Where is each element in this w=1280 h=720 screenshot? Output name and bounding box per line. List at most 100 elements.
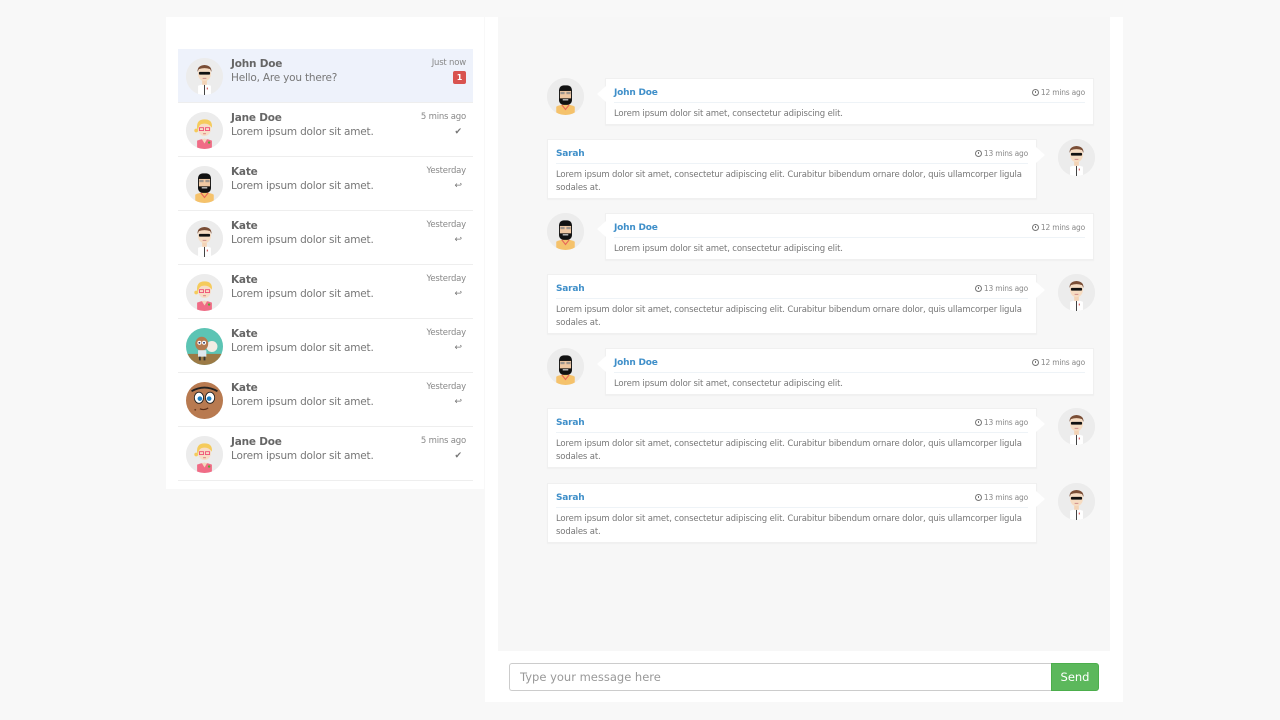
message-author[interactable]: Sarah: [556, 493, 585, 503]
member-name: Kate: [231, 166, 258, 178]
chat-message: Sarah 13 mins ago Lorem ipsum dolor sit …: [498, 483, 1110, 543]
avatar: [1058, 274, 1095, 311]
message-preview: Lorem ipsum dolor sit amet.: [231, 396, 374, 408]
timestamp-text: 13 mins ago: [983, 418, 1028, 427]
message-text: Lorem ipsum dolor sit amet, consectetur …: [556, 305, 1022, 328]
message-preview: Lorem ipsum dolor sit amet.: [231, 288, 374, 300]
timestamp-text: 13 mins ago: [983, 493, 1028, 502]
clock-icon: [1031, 359, 1039, 366]
message-timestamp: 12 mins ago: [1031, 88, 1085, 97]
member-item[interactable]: Kate Lorem ipsum dolor sit amet. Yesterd…: [178, 373, 473, 427]
message-author[interactable]: John Doe: [614, 358, 658, 368]
avatar: [186, 382, 223, 419]
timestamp-text: 12 mins ago: [1040, 358, 1085, 367]
clock-icon: [1031, 224, 1039, 231]
message-bubble: Sarah 13 mins ago Lorem ipsum dolor sit …: [547, 483, 1045, 543]
check-icon: ✔: [454, 127, 462, 137]
message-bubble: Sarah 13 mins ago Lorem ipsum dolor sit …: [547, 274, 1045, 334]
avatar: [1058, 483, 1095, 520]
message-author[interactable]: Sarah: [556, 284, 585, 294]
message-time: Yesterday: [426, 274, 467, 284]
avatar: [186, 328, 223, 365]
member-name: Kate: [231, 328, 258, 340]
clock-icon: [974, 494, 982, 501]
send-button[interactable]: Send: [1051, 663, 1099, 691]
avatar: [186, 112, 223, 149]
message-time: Yesterday: [426, 382, 467, 392]
reply-icon: ↩: [454, 343, 462, 353]
message-bubble: Sarah 13 mins ago Lorem ipsum dolor sit …: [547, 408, 1045, 468]
message-timestamp: 13 mins ago: [974, 493, 1028, 502]
reply-icon: ↩: [454, 289, 462, 299]
member-item[interactable]: Jane Doe Lorem ipsum dolor sit amet. 5 m…: [178, 427, 473, 481]
member-name: Kate: [231, 382, 258, 394]
chat-message: Sarah 13 mins ago Lorem ipsum dolor sit …: [498, 408, 1110, 468]
message-time: Yesterday: [426, 328, 467, 338]
timestamp-text: 13 mins ago: [983, 284, 1028, 293]
message-time: 5 mins ago: [420, 112, 466, 122]
reply-icon: ↩: [454, 181, 462, 191]
message-author[interactable]: John Doe: [614, 223, 658, 233]
chat-messages-area[interactable]: John Doe 12 mins ago Lorem ipsum dolor s…: [498, 17, 1110, 651]
message-text: Lorem ipsum dolor sit amet, consectetur …: [614, 109, 843, 119]
message-text: Lorem ipsum dolor sit amet, consectetur …: [556, 439, 1022, 462]
message-author[interactable]: John Doe: [614, 88, 658, 98]
avatar: [186, 220, 223, 257]
message-text: Lorem ipsum dolor sit amet, consectetur …: [614, 379, 843, 389]
avatar: [186, 166, 223, 203]
timestamp-text: 12 mins ago: [1040, 88, 1085, 97]
member-item[interactable]: Kate Lorem ipsum dolor sit amet. Yesterd…: [178, 157, 473, 211]
chat-panel: John Doe 12 mins ago Lorem ipsum dolor s…: [485, 17, 1123, 702]
clock-icon: [974, 419, 982, 426]
message-composer: Send: [509, 663, 1099, 691]
message-preview: Hello, Are you there?: [231, 72, 338, 84]
message-bubble: John Doe 12 mins ago Lorem ipsum dolor s…: [597, 213, 1094, 260]
message-text: Lorem ipsum dolor sit amet, consectetur …: [556, 514, 1022, 537]
message-bubble: John Doe 12 mins ago Lorem ipsum dolor s…: [597, 348, 1094, 395]
message-preview: Lorem ipsum dolor sit amet.: [231, 126, 374, 138]
member-item[interactable]: Kate Lorem ipsum dolor sit amet. Yesterd…: [178, 265, 473, 319]
avatar: [186, 274, 223, 311]
avatar: [547, 78, 584, 115]
avatar: [547, 348, 584, 385]
message-input[interactable]: [509, 663, 1051, 691]
clock-icon: [974, 285, 982, 292]
message-author[interactable]: Sarah: [556, 418, 585, 428]
avatar: [1058, 139, 1095, 176]
reply-icon: ↩: [454, 397, 462, 407]
avatar: [1058, 408, 1095, 445]
member-item[interactable]: Kate Lorem ipsum dolor sit amet. Yesterd…: [178, 319, 473, 373]
message-timestamp: 13 mins ago: [974, 418, 1028, 427]
message-preview: Lorem ipsum dolor sit amet.: [231, 450, 374, 462]
message-text: Lorem ipsum dolor sit amet, consectetur …: [614, 244, 843, 254]
message-timestamp: 13 mins ago: [974, 284, 1028, 293]
message-timestamp: 12 mins ago: [1031, 223, 1085, 232]
member-item[interactable]: Kate Lorem ipsum dolor sit amet. Yesterd…: [178, 211, 473, 265]
message-bubble: John Doe 12 mins ago Lorem ipsum dolor s…: [597, 78, 1094, 125]
unread-badge: 1: [453, 71, 466, 84]
timestamp-text: 12 mins ago: [1040, 223, 1085, 232]
member-item[interactable]: John Doe Hello, Are you there? Just now 1: [178, 49, 473, 103]
message-time: 5 mins ago: [420, 436, 466, 446]
message-preview: Lorem ipsum dolor sit amet.: [231, 342, 374, 354]
clock-icon: [974, 150, 982, 157]
reply-icon: ↩: [454, 235, 462, 245]
chat-message: Sarah 13 mins ago Lorem ipsum dolor sit …: [498, 274, 1110, 334]
chat-message: John Doe 12 mins ago Lorem ipsum dolor s…: [498, 78, 1110, 125]
member-list: John Doe Hello, Are you there? Just now 1…: [178, 49, 473, 481]
message-time: Just now: [431, 58, 466, 68]
message-author[interactable]: Sarah: [556, 149, 585, 159]
member-name: Kate: [231, 220, 258, 232]
timestamp-text: 13 mins ago: [983, 149, 1028, 158]
message-text: Lorem ipsum dolor sit amet, consectetur …: [556, 170, 1022, 193]
message-preview: Lorem ipsum dolor sit amet.: [231, 234, 374, 246]
member-item[interactable]: Jane Doe Lorem ipsum dolor sit amet. 5 m…: [178, 103, 473, 157]
member-name: Jane Doe: [231, 112, 282, 124]
avatar: [547, 213, 584, 250]
message-timestamp: 12 mins ago: [1031, 358, 1085, 367]
message-bubble: Sarah 13 mins ago Lorem ipsum dolor sit …: [547, 139, 1045, 199]
message-preview: Lorem ipsum dolor sit amet.: [231, 180, 374, 192]
member-name: Jane Doe: [231, 436, 282, 448]
chat-message: John Doe 12 mins ago Lorem ipsum dolor s…: [498, 348, 1110, 395]
member-name: John Doe: [231, 58, 283, 70]
